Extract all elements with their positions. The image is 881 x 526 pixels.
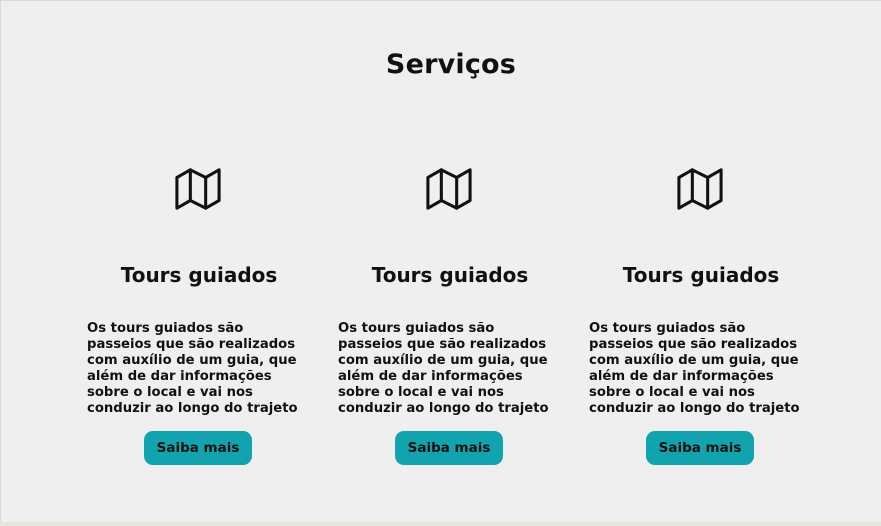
saiba-mais-button[interactable]: Saiba mais — [144, 431, 252, 465]
card-description: Os tours guiados são passeios que são re… — [589, 321, 800, 416]
map-icon — [677, 168, 723, 210]
saiba-mais-button[interactable]: Saiba mais — [395, 431, 503, 465]
map-icon — [175, 168, 221, 210]
services-section: Serviços Tours guiados Os tours guiados … — [1, 1, 881, 522]
service-card: Tours guiados Os tours guiados são passe… — [587, 1, 817, 522]
bottom-border — [0, 522, 881, 526]
service-card: Tours guiados Os tours guiados são passe… — [336, 1, 566, 522]
card-title: Tours guiados — [120, 263, 278, 287]
service-card: Tours guiados Os tours guiados são passe… — [85, 1, 315, 522]
card-title: Tours guiados — [622, 263, 780, 287]
card-description: Os tours guiados são passeios que são re… — [87, 321, 298, 416]
saiba-mais-button[interactable]: Saiba mais — [646, 431, 754, 465]
card-description: Os tours guiados são passeios que são re… — [338, 321, 549, 416]
card-title: Tours guiados — [371, 263, 529, 287]
map-icon — [426, 168, 472, 210]
